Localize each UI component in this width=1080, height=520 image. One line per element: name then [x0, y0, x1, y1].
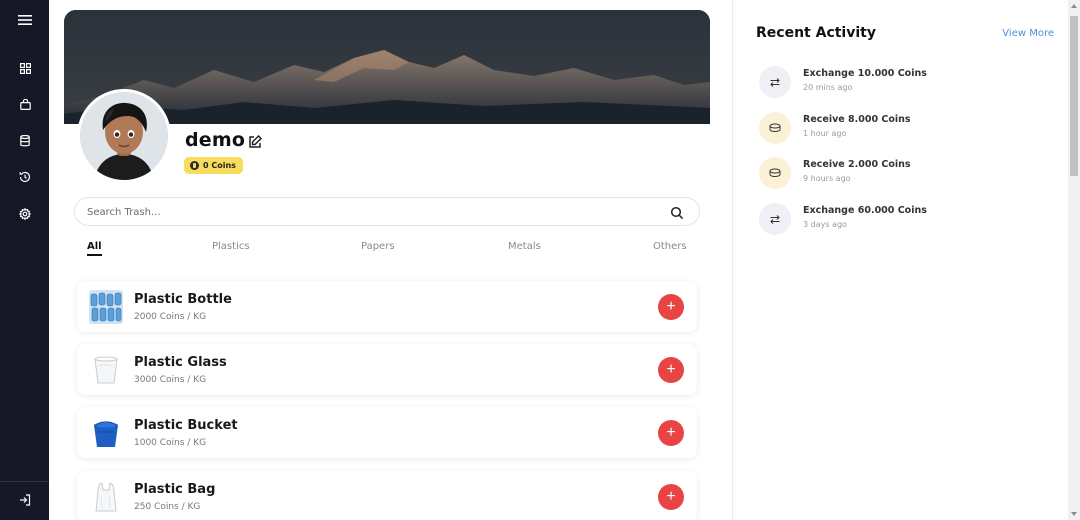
activity-time: 1 hour ago — [803, 129, 847, 138]
activity-title: Receive 2.000 Coins — [803, 159, 911, 170]
activity-time: 3 days ago — [803, 220, 847, 229]
coin-stack-icon — [759, 112, 791, 144]
trash-item-card[interactable]: Plastic Bottle 2000 Coins / KG + — [77, 281, 697, 332]
tab-others[interactable]: Others — [653, 241, 687, 252]
settings-gear-icon[interactable] — [14, 203, 36, 225]
trash-item-card[interactable]: Plastic Glass 3000 Coins / KG + — [77, 344, 697, 395]
tab-all[interactable]: All — [87, 241, 102, 256]
app-root: demo 0 Coins All Plastics Papers Metals … — [0, 0, 1080, 520]
tab-papers[interactable]: Papers — [361, 241, 395, 252]
sidebar-divider — [0, 481, 49, 482]
activity-time: 9 hours ago — [803, 174, 851, 183]
activity-title: Receive 8.000 Coins — [803, 114, 911, 125]
coins-balance-label: 0 Coins — [203, 161, 236, 170]
edit-icon[interactable] — [247, 134, 263, 150]
coin-icon — [190, 161, 199, 170]
plastic-bottle-image — [89, 290, 123, 324]
search-bar — [74, 197, 700, 226]
profile-username: demo — [185, 129, 246, 151]
tab-metals[interactable]: Metals — [508, 241, 541, 252]
scroll-up-arrow-icon[interactable] — [1071, 4, 1077, 8]
plastic-bag-image — [89, 480, 123, 514]
sidebar — [0, 0, 49, 520]
search-input[interactable] — [87, 204, 647, 220]
item-price: 1000 Coins / KG — [134, 438, 207, 448]
item-name: Plastic Glass — [134, 355, 227, 370]
main-content: demo 0 Coins All Plastics Papers Metals … — [49, 0, 732, 520]
coins-balance-badge: 0 Coins — [184, 157, 243, 174]
shopping-bag-icon[interactable] — [14, 93, 36, 115]
menu-icon[interactable] — [14, 9, 36, 31]
scroll-down-arrow-icon[interactable] — [1071, 512, 1077, 516]
dashboard-grid-icon[interactable] — [14, 57, 36, 79]
coin-stack-icon — [759, 157, 791, 189]
item-price: 250 Coins / KG — [134, 502, 201, 512]
category-tabs: All Plastics Papers Metals Others — [77, 240, 697, 260]
activity-item[interactable]: Exchange 60.000 Coins 3 days ago — [759, 201, 1049, 237]
view-more-link[interactable]: View More — [1002, 28, 1054, 39]
history-icon[interactable] — [14, 166, 36, 188]
activity-item[interactable]: Receive 8.000 Coins 1 hour ago — [759, 110, 1049, 146]
item-name: Plastic Bag — [134, 482, 216, 497]
recent-activity-title: Recent Activity — [756, 25, 876, 41]
add-item-button[interactable]: + — [658, 484, 684, 510]
tab-plastics[interactable]: Plastics — [212, 241, 250, 252]
item-name: Plastic Bucket — [134, 418, 238, 433]
database-icon[interactable] — [14, 130, 36, 152]
activity-time: 20 mins ago — [803, 83, 853, 92]
search-icon[interactable] — [670, 205, 684, 220]
page-scrollbar[interactable] — [1068, 0, 1080, 520]
exchange-arrows-icon — [759, 66, 791, 98]
activity-item[interactable]: Receive 2.000 Coins 9 hours ago — [759, 155, 1049, 191]
activity-item[interactable]: Exchange 10.000 Coins 20 mins ago — [759, 64, 1049, 100]
item-price: 3000 Coins / KG — [134, 375, 207, 385]
avatar-image — [80, 92, 168, 180]
plastic-bucket-image — [89, 416, 123, 450]
recent-activity-panel: Recent Activity View More Exchange 10.00… — [733, 0, 1068, 520]
item-price: 2000 Coins / KG — [134, 312, 207, 322]
avatar[interactable] — [77, 89, 171, 183]
trash-item-card[interactable]: Plastic Bucket 1000 Coins / KG + — [77, 407, 697, 458]
add-item-button[interactable]: + — [658, 420, 684, 446]
add-item-button[interactable]: + — [658, 357, 684, 383]
activity-title: Exchange 10.000 Coins — [803, 68, 927, 79]
add-item-button[interactable]: + — [658, 294, 684, 320]
item-name: Plastic Bottle — [134, 292, 232, 307]
plastic-glass-image — [89, 353, 123, 387]
scrollbar-thumb[interactable] — [1070, 16, 1078, 176]
trash-item-card[interactable]: Plastic Bag 250 Coins / KG + — [77, 471, 697, 520]
exchange-arrows-icon — [759, 203, 791, 235]
logout-icon[interactable] — [14, 489, 36, 511]
activity-title: Exchange 60.000 Coins — [803, 205, 927, 216]
